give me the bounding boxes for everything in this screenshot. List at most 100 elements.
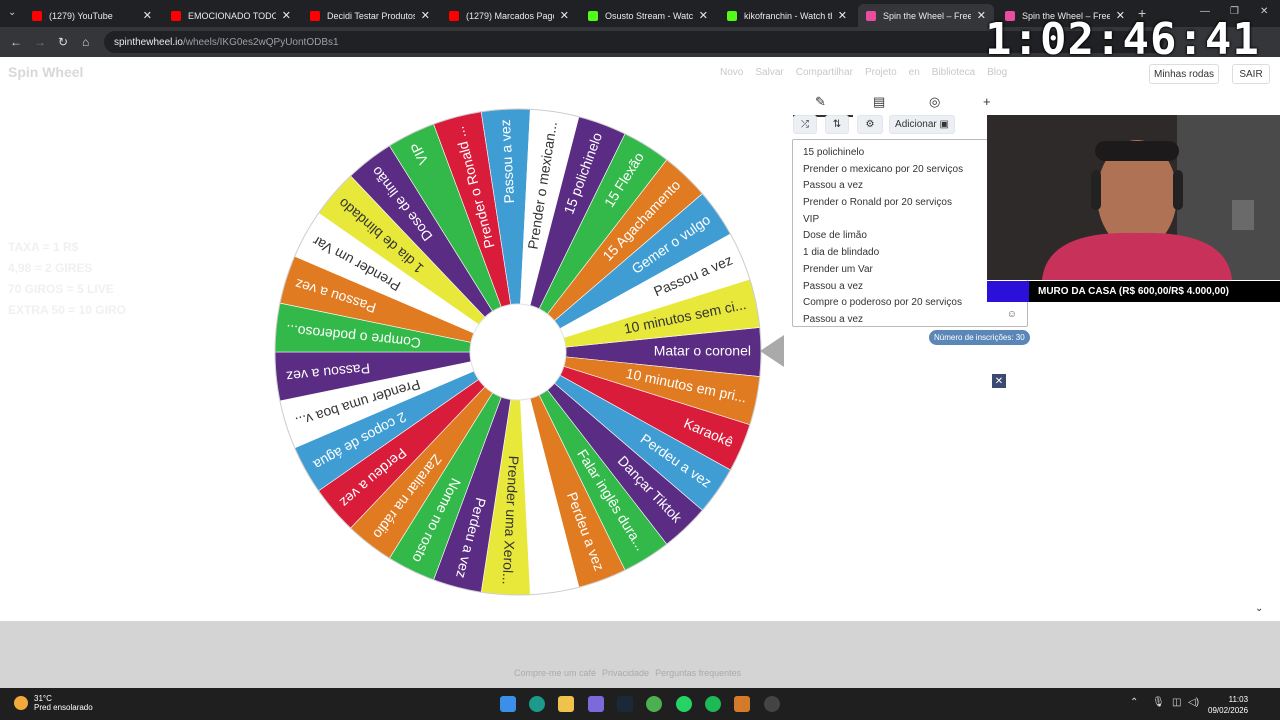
- home-icon[interactable]: ⌂: [82, 35, 89, 49]
- forward-icon[interactable]: →: [34, 35, 46, 49]
- edge-icon[interactable]: [529, 696, 545, 712]
- edit-pencil-icon[interactable]: ✎: [815, 94, 826, 110]
- my-wheels-button[interactable]: Minhas rodas: [1149, 64, 1219, 84]
- tab-close-icon[interactable]: ✕: [560, 9, 569, 22]
- tab-favicon-icon: [171, 10, 181, 21]
- site-logo[interactable]: Spin Wheel: [8, 64, 83, 80]
- faded-line: EXTRA 50 = 10 GIRO: [8, 303, 126, 317]
- donation-banner: MURO DA CASA (R$ 600,00/R$ 4.000,00): [987, 281, 1280, 302]
- footer-link[interactable]: Privacidade: [602, 668, 649, 678]
- browser-tab[interactable]: EMOCIONADO TODO ER... ✕: [163, 4, 299, 27]
- weather-widget[interactable]: 31°C Pred ensolarado: [14, 694, 93, 712]
- entry-item[interactable]: Dose de limão: [803, 228, 1017, 245]
- sun-icon: [14, 696, 28, 710]
- browser-tab[interactable]: (1279) YouTube ✕: [24, 4, 160, 27]
- entry-item[interactable]: Prender um Var: [803, 262, 1017, 279]
- taskbar: 31°C Pred ensolarado ⌃ 🎙 ◫ ◁) 11:03 09/0…: [0, 688, 1280, 720]
- banner-text: MURO DA CASA (R$ 600,00/R$ 4.000,00): [1038, 286, 1229, 297]
- tab-favicon-icon: [32, 10, 42, 21]
- top-nav: Novo Salvar Compartilhar Projeto en Bibliotec…: [720, 67, 1007, 78]
- entry-item[interactable]: Compre o poderoso por 20 serviços: [803, 295, 1017, 312]
- spin-wheel[interactable]: Matar o coronel10 minutos em pri...Karao…: [273, 107, 763, 597]
- tab-title: (1279) Marcados Pagode...: [466, 10, 554, 21]
- entry-item[interactable]: Prender o mexicano por 20 serviços: [803, 162, 1017, 179]
- tab-favicon-icon: [588, 10, 598, 21]
- footer-link[interactable]: Perguntas frequentes: [655, 668, 741, 678]
- footer-link[interactable]: Compre-me um café: [514, 668, 596, 678]
- settings-gear-icon[interactable]: ⚙: [857, 115, 883, 134]
- results-clipboard-icon[interactable]: ▤: [873, 94, 885, 110]
- browser-tab[interactable]: kikofranchin - Watch the... ✕: [719, 4, 855, 27]
- steam-icon[interactable]: [617, 696, 633, 712]
- sort-button[interactable]: ⇅: [825, 115, 849, 134]
- add-plus-icon[interactable]: +: [983, 94, 991, 109]
- tab-title: EMOCIONADO TODO ER...: [188, 10, 276, 21]
- entry-item[interactable]: Passou a vez: [803, 178, 1017, 195]
- emoji-icon[interactable]: ☺: [1007, 309, 1017, 320]
- tab-close-icon[interactable]: ✕: [282, 9, 291, 22]
- browser-tab[interactable]: Decidi Testar Produtos da... ✕: [302, 4, 438, 27]
- tab-search-icon[interactable]: ⌄: [8, 7, 16, 18]
- clock-time: 11:03: [1228, 695, 1249, 704]
- nav-item[interactable]: Novo: [720, 67, 743, 78]
- logout-button[interactable]: SAIR: [1232, 64, 1270, 84]
- tray-chevron-icon[interactable]: ⌃: [1130, 697, 1138, 708]
- system-clock[interactable]: 11:03 09/02/2026: [1208, 694, 1248, 716]
- tab-close-icon[interactable]: ✕: [421, 9, 430, 22]
- entry-item[interactable]: 1 dia de blindado: [803, 245, 1017, 262]
- browser-tab[interactable]: (1279) Marcados Pagode... ✕: [441, 4, 577, 27]
- url-path: /wheels/IKG0es2wQPyUontODBs1: [182, 36, 339, 48]
- discord-icon[interactable]: [588, 696, 604, 712]
- nav-item[interactable]: Biblioteca: [932, 67, 975, 78]
- nav-item[interactable]: Salvar: [755, 67, 783, 78]
- entry-item[interactable]: Passou a vez: [803, 312, 1017, 329]
- tab-title: (1279) YouTube: [49, 10, 113, 21]
- streamer-video: [987, 115, 1280, 280]
- entry-item[interactable]: VIP: [803, 212, 1017, 229]
- file-explorer-icon[interactable]: [558, 696, 574, 712]
- chrome-icon[interactable]: [646, 696, 662, 712]
- entry-item[interactable]: Prender o Ronald por 20 serviços: [803, 195, 1017, 212]
- nav-item[interactable]: Blog: [987, 67, 1007, 78]
- entry-item[interactable]: Passou a vez: [803, 279, 1017, 296]
- browser-tab[interactable]: Osusto Stream - Watch Li... ✕: [580, 4, 716, 27]
- wheel-segment-label: Matar o coronel: [654, 343, 751, 359]
- entries-list: 15 polichinelo Prender o mexicano por 20 …: [803, 145, 1017, 329]
- tab-close-icon[interactable]: ✕: [143, 9, 152, 22]
- banner-accent: [987, 281, 1029, 302]
- shuffle-button[interactable]: ⤮: [793, 115, 817, 134]
- tab-favicon-icon: [727, 10, 737, 21]
- close-window-icon[interactable]: ✕: [1260, 6, 1268, 17]
- add-image-label: Adicionar: [895, 119, 937, 130]
- tab-title: kikofranchin - Watch the...: [744, 10, 832, 21]
- app-icon[interactable]: [734, 696, 750, 712]
- tab-favicon-icon: [866, 10, 876, 21]
- tab-favicon-icon: [310, 10, 320, 21]
- browser-tab[interactable]: Spin the Wheel – Free W...✕: [858, 4, 994, 27]
- obs-icon[interactable]: [764, 696, 780, 712]
- tab-close-icon[interactable]: ✕: [838, 9, 847, 22]
- page-content: Spin Wheel Novo Salvar Compartilhar Projeto…: [0, 57, 1280, 621]
- tab-close-icon[interactable]: ✕: [699, 9, 708, 22]
- wheel-hub[interactable]: [469, 303, 567, 401]
- tab-title: Spin the Wheel – Free W...: [883, 10, 971, 21]
- entries-count-badge: Número de inscrições: 30: [929, 330, 1030, 345]
- spotify-icon[interactable]: [705, 696, 721, 712]
- webcam-overlay: [987, 115, 1280, 280]
- add-image-button[interactable]: Adicionar ▣: [889, 115, 955, 134]
- stream-timer: 1:02:46:41: [985, 14, 1260, 65]
- start-icon[interactable]: [500, 696, 516, 712]
- reload-icon[interactable]: ↻: [58, 35, 68, 49]
- volume-icon[interactable]: ◁): [1188, 697, 1199, 708]
- chevron-down-icon[interactable]: ⌄: [1255, 603, 1263, 614]
- mic-icon[interactable]: 🎙: [1152, 697, 1165, 708]
- entry-item[interactable]: 15 polichinelo: [803, 145, 1017, 162]
- whatsapp-icon[interactable]: [676, 696, 692, 712]
- wifi-icon[interactable]: ◫: [1172, 697, 1181, 708]
- nav-item[interactable]: Compartilhar: [796, 67, 853, 78]
- hide-eye-icon[interactable]: ◎: [929, 94, 940, 110]
- back-icon[interactable]: ←: [10, 35, 22, 49]
- nav-item[interactable]: en: [909, 67, 920, 78]
- close-icon[interactable]: ✕: [992, 374, 1006, 388]
- nav-item[interactable]: Projeto: [865, 67, 897, 78]
